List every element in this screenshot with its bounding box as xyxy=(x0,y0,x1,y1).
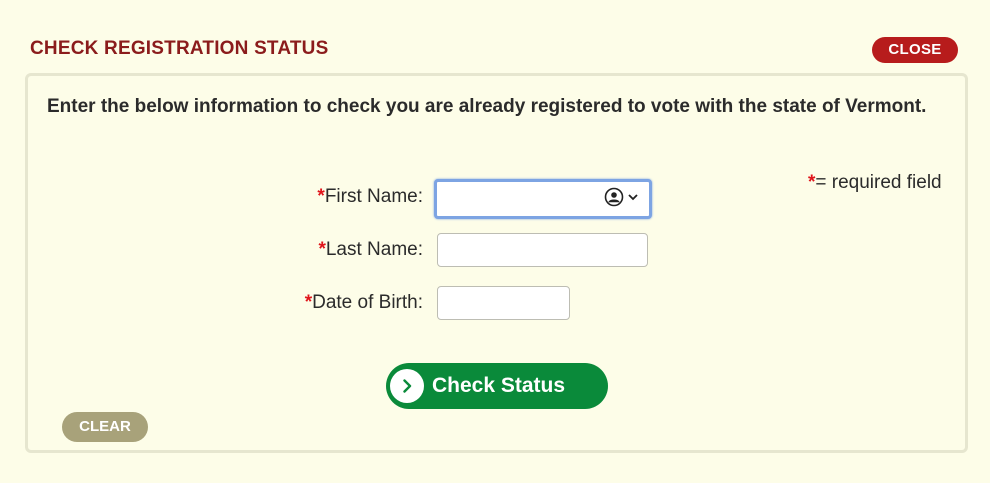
dob-label-text: Date of Birth: xyxy=(312,292,423,313)
intro-text: Enter the below information to check you… xyxy=(47,96,927,117)
dob-input[interactable] xyxy=(437,286,570,320)
last-name-input[interactable] xyxy=(437,233,648,267)
chevron-down-icon xyxy=(628,194,638,201)
first-name-label: *First Name: xyxy=(223,186,423,208)
check-status-button[interactable]: Check Status xyxy=(386,363,608,409)
contact-autofill-icon[interactable] xyxy=(604,187,639,207)
dialog-title: CHECK REGISTRATION STATUS xyxy=(30,38,329,59)
first-name-required-star: * xyxy=(317,186,325,207)
last-name-label: *Last Name: xyxy=(223,239,423,261)
dob-label: *Date of Birth: xyxy=(223,292,423,314)
check-status-label: Check Status xyxy=(432,374,566,397)
required-field-note: *= required field xyxy=(808,172,942,194)
first-name-input[interactable] xyxy=(434,179,652,219)
close-button[interactable]: CLOSE xyxy=(872,37,958,63)
form-panel: Enter the below information to check you… xyxy=(25,73,968,453)
required-note-text: = required field xyxy=(815,172,942,193)
chevron-right-circle-icon xyxy=(390,369,424,403)
dob-required-star: * xyxy=(304,292,313,313)
last-name-label-text: Last Name: xyxy=(325,239,423,260)
last-name-required-star: * xyxy=(318,239,326,260)
clear-button[interactable]: CLEAR xyxy=(62,412,148,442)
first-name-label-text: First Name: xyxy=(324,186,423,207)
